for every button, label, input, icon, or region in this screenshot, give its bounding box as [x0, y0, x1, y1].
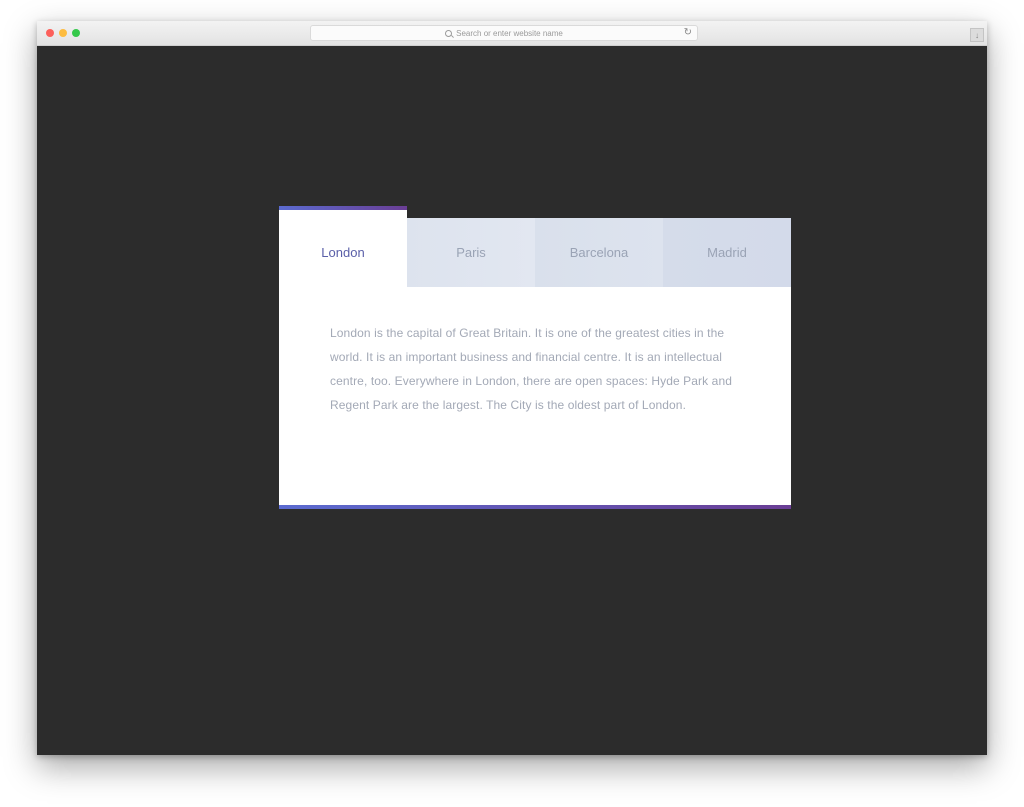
- address-bar[interactable]: Search or enter website name ↻: [310, 25, 698, 41]
- tab-bar: London Paris Barcelona Madrid: [279, 206, 791, 287]
- tab-panel-text: London is the capital of Great Britain. …: [330, 326, 733, 412]
- tab-barcelona[interactable]: Barcelona: [535, 218, 663, 287]
- minimize-window-button[interactable]: [59, 29, 67, 37]
- page-viewport: London Paris Barcelona Madrid London is …: [37, 46, 987, 755]
- search-icon: [445, 29, 453, 37]
- tab-label: Paris: [456, 245, 486, 260]
- maximize-window-button[interactable]: [72, 29, 80, 37]
- panel-bottom-accent: [279, 505, 791, 509]
- tab-panel: London is the capital of Great Britain. …: [279, 287, 791, 505]
- tab-madrid[interactable]: Madrid: [663, 218, 791, 287]
- reload-icon[interactable]: ↻: [684, 27, 692, 38]
- active-tab-accent: [279, 206, 407, 210]
- tab-label: Madrid: [707, 245, 747, 260]
- close-window-button[interactable]: [46, 29, 54, 37]
- download-icon[interactable]: ↓: [970, 28, 984, 42]
- tab-label: London: [321, 245, 365, 260]
- browser-window: Search or enter website name ↻ ↓ London …: [37, 21, 987, 755]
- tab-label: Barcelona: [569, 245, 629, 260]
- address-placeholder: Search or enter website name: [456, 28, 563, 38]
- city-tabs-widget: London Paris Barcelona Madrid London is …: [279, 206, 791, 509]
- tab-paris[interactable]: Paris: [407, 218, 535, 287]
- tab-london[interactable]: London: [279, 206, 407, 287]
- browser-titlebar: Search or enter website name ↻ ↓: [37, 21, 987, 46]
